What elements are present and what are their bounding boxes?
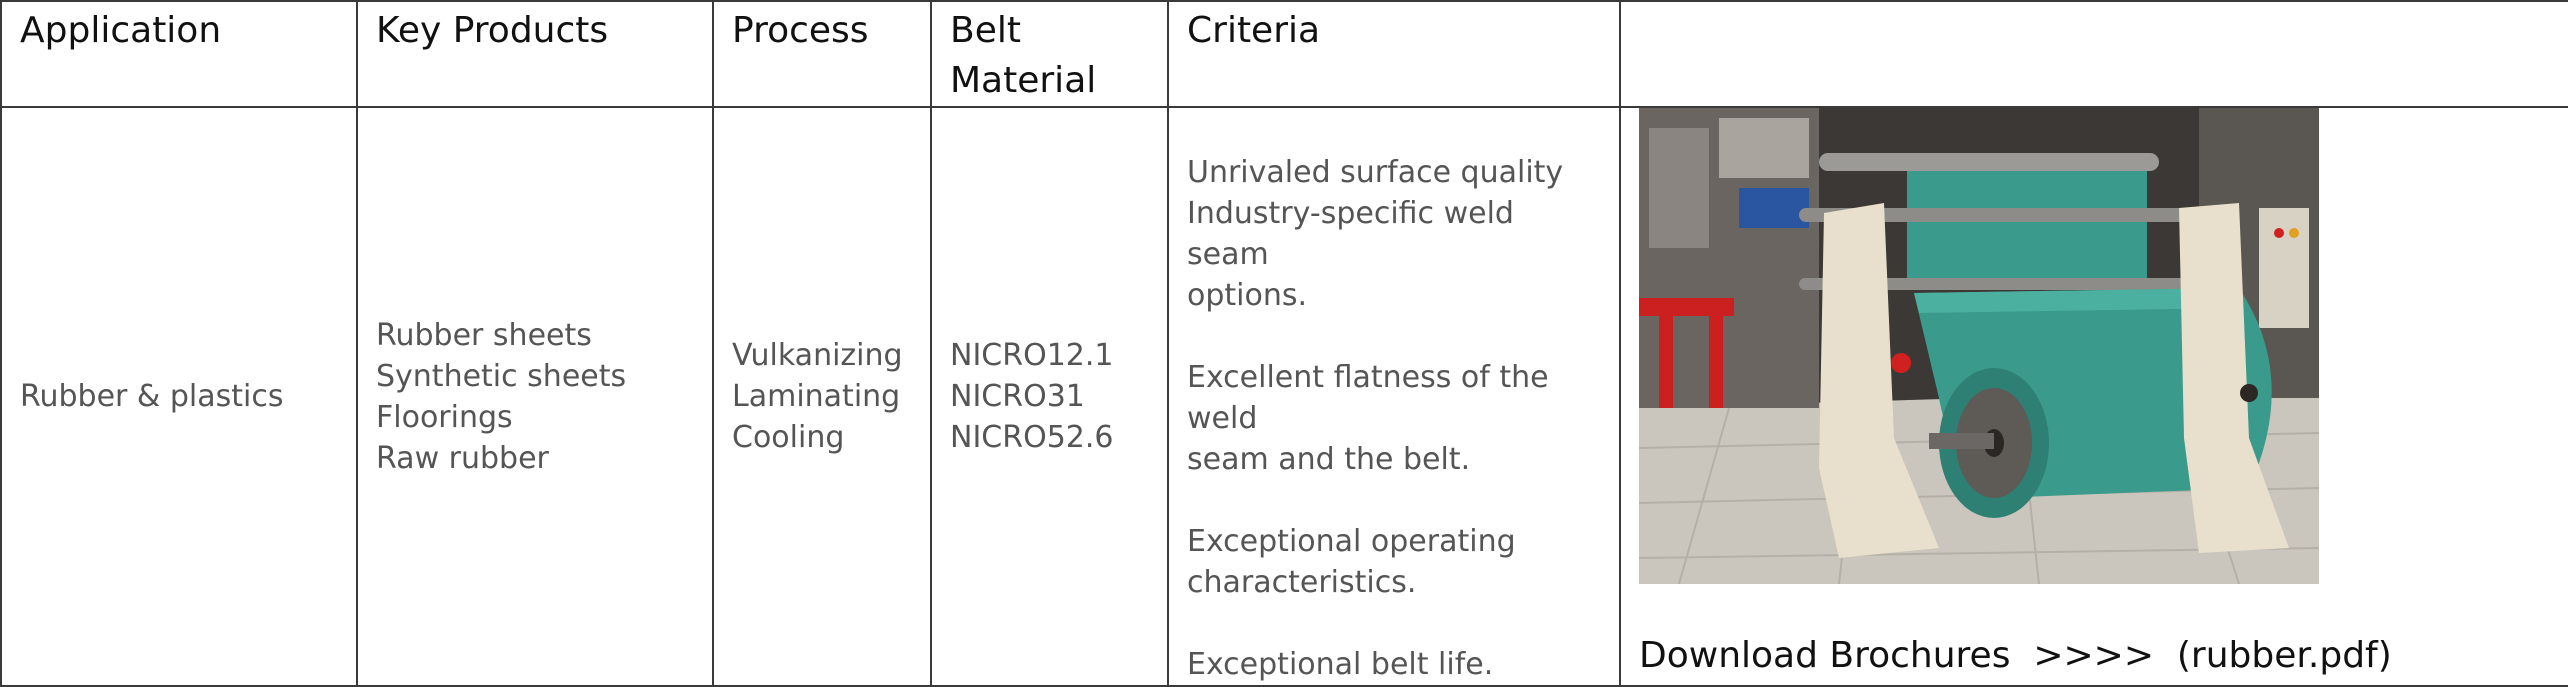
belt-material-item: NICRO12.1 [950, 338, 1114, 373]
download-brochures-link[interactable]: Download Brochures >>>> (rubber.pdf) [1639, 635, 2392, 676]
criteria-text: Exceptional belt life. [1187, 647, 1494, 682]
cell-belt-material: NICRO12.1 NICRO31 NICRO52.6 [930, 106, 1169, 687]
criteria-text: Exceptional operating [1187, 524, 1516, 559]
key-product-item: Floorings [376, 399, 513, 435]
belt-material-item: NICRO31 [950, 379, 1085, 414]
criteria-spacer [1187, 603, 1601, 644]
process-item: Vulkanizing [732, 338, 903, 373]
table-row: Rubber & plastics Rubber sheets Syntheti… [0, 106, 2568, 687]
header-belt-material: Belt Material [930, 0, 1169, 108]
cell-media: Download Brochures >>>> (rubber.pdf) [1619, 106, 2568, 687]
key-product-item: Raw rubber [376, 440, 549, 476]
criteria-spacer [1187, 316, 1601, 357]
criteria-text: seam and the belt. [1187, 442, 1471, 477]
conveyor-belt-machine-photo [1639, 108, 2319, 584]
criteria-spacer [1187, 480, 1601, 521]
header-belt-material-line2: Material [950, 60, 1097, 101]
header-key-products: Key Products [356, 0, 714, 108]
header-belt-material-line1: Belt [950, 10, 1021, 51]
cell-key-products: Rubber sheets Synthetic sheets Floorings… [356, 106, 714, 687]
criteria-text: Excellent flatness of the weld [1187, 360, 1549, 436]
criteria-text: Industry-specific weld seam [1187, 196, 1514, 272]
key-product-item: Rubber sheets [376, 317, 592, 353]
criteria-text: Unrivaled surface quality [1187, 155, 1564, 190]
key-product-item: Synthetic sheets [376, 358, 627, 394]
header-media [1619, 0, 2568, 108]
product-table: Application Key Products Process Belt Ma… [0, 0, 2568, 687]
header-application: Application [0, 0, 358, 108]
criteria-text: options. [1187, 278, 1308, 313]
table-header-row: Application Key Products Process Belt Ma… [0, 0, 2568, 108]
header-process: Process [712, 0, 932, 108]
cell-criteria: Unrivaled surface quality Industry-speci… [1167, 106, 1621, 687]
belt-material-item: NICRO52.6 [950, 420, 1114, 455]
cell-process: Vulkanizing Laminating Cooling [712, 106, 932, 687]
header-criteria: Criteria [1167, 0, 1621, 108]
criteria-text: characteristics. [1187, 565, 1417, 600]
process-item: Cooling [732, 420, 845, 455]
cell-application: Rubber & plastics [0, 106, 358, 687]
process-item: Laminating [732, 379, 901, 414]
